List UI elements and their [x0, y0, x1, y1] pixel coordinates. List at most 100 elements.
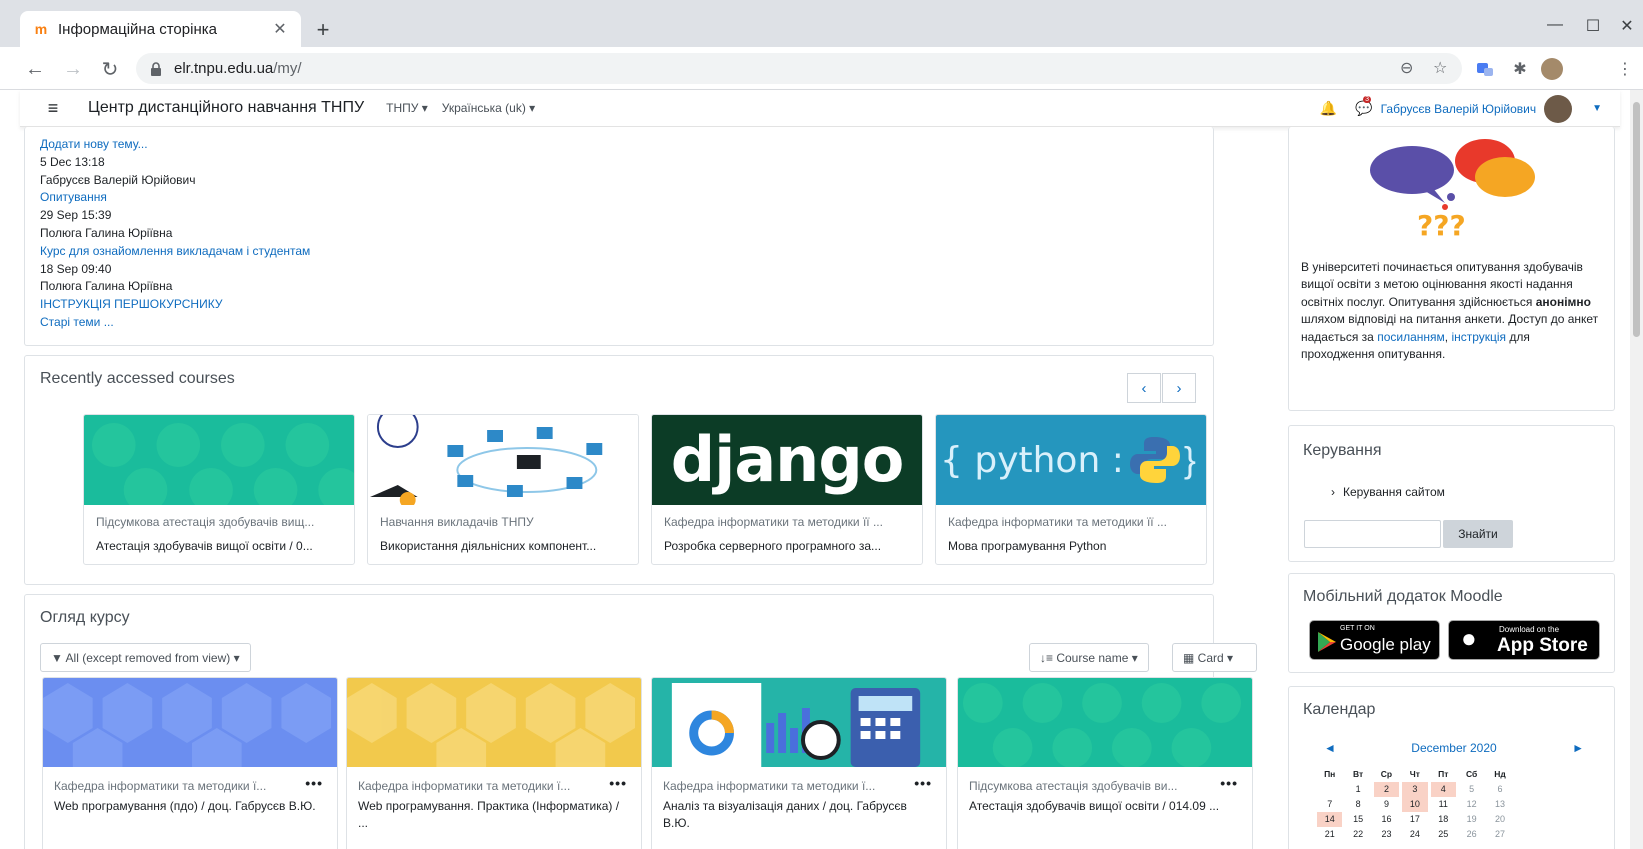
course-name[interactable]: Мова програмування Python — [948, 539, 1198, 553]
hamburger-menu-icon[interactable]: ≡ — [38, 93, 68, 123]
menu-tnpu[interactable]: ТНПУ ▾ — [386, 101, 428, 115]
close-tab-icon[interactable]: ✕ — [271, 20, 289, 38]
new-tab-icon[interactable]: + — [311, 17, 335, 42]
course-name[interactable]: Використання діяльнісних компонент... — [380, 539, 630, 553]
forum-link[interactable]: ІНСТРУКЦІЯ ПЕРШОКУРСНИКУ — [40, 296, 1198, 314]
calendar-day[interactable]: 10 — [1402, 797, 1428, 812]
course-actions-more-icon[interactable]: ••• — [1220, 775, 1238, 791]
notifications-bell-icon[interactable]: 🔔 — [1320, 100, 1337, 117]
next-page-button[interactable]: › — [1162, 373, 1196, 403]
calendar-day[interactable]: 27 — [1487, 827, 1512, 842]
calendar-day[interactable]: 8 — [1345, 797, 1370, 812]
prev-month-icon[interactable]: ◄ — [1324, 741, 1336, 755]
course-card[interactable]: Кафедра інформатики та методики ї... •••… — [651, 677, 947, 849]
close-window-icon[interactable]: ✕ — [1612, 16, 1642, 36]
calendar-day[interactable]: 21 — [1317, 827, 1342, 842]
reload-icon[interactable]: ↻ — [97, 56, 123, 82]
bookmark-star-icon[interactable]: ☆ — [1433, 58, 1447, 78]
scrollbar-thumb[interactable] — [1633, 102, 1640, 337]
weekday-label: Чт — [1409, 769, 1420, 779]
prev-page-button[interactable]: ‹ — [1127, 373, 1161, 403]
course-card[interactable]: Кафедра інформатики та методики ї... •••… — [346, 677, 642, 849]
course-name[interactable]: Атестація здобувачів вищої освіти / 014.… — [969, 798, 1239, 815]
google-play-icon — [1318, 632, 1336, 652]
course-name[interactable]: Аналіз та візуалізація даних / доц. Габр… — [663, 798, 933, 832]
weekday-label: Сб — [1466, 769, 1478, 779]
calendar-day[interactable]: 3 — [1402, 782, 1428, 797]
calendar-day[interactable]: 14 — [1317, 812, 1343, 827]
course-card[interactable]: Підсумкова атестація здобувачів ви... ••… — [957, 677, 1253, 849]
search-button[interactable]: Знайти — [1443, 520, 1513, 548]
admin-search-input[interactable] — [1304, 520, 1441, 548]
calendar-day[interactable]: 15 — [1345, 812, 1370, 827]
calendar-day[interactable]: 4 — [1430, 782, 1456, 797]
calendar-day[interactable]: 18 — [1431, 812, 1456, 827]
page-scrollbar[interactable] — [1630, 90, 1643, 849]
user-avatar[interactable] — [1544, 94, 1573, 123]
browser-menu-icon[interactable]: ⋮ — [1613, 57, 1637, 81]
calendar-day[interactable]: 9 — [1374, 797, 1399, 812]
user-menu-chevron-down-icon[interactable]: ▼ — [1592, 103, 1602, 114]
calendar-day[interactable]: 17 — [1402, 812, 1427, 827]
calendar-day[interactable]: 11 — [1431, 797, 1456, 812]
next-month-icon[interactable]: ► — [1572, 741, 1584, 755]
calendar-day[interactable]: 23 — [1374, 827, 1399, 842]
forum-link[interactable]: Опитування — [40, 189, 1198, 207]
recent-course-card[interactable]: { python : } Кафедра інформатики та мето… — [935, 414, 1207, 565]
calendar-day[interactable]: 24 — [1402, 827, 1427, 842]
app-store-badge[interactable]: ● Download on the App Store — [1448, 620, 1600, 660]
course-name[interactable]: Атестація здобувачів вищої освіти / 0... — [96, 539, 346, 553]
course-actions-more-icon[interactable]: ••• — [914, 775, 932, 791]
forum-link[interactable]: Додати нову тему... — [40, 136, 1198, 154]
site-name[interactable]: Центр дистанційного навчання ТНПУ — [88, 99, 364, 117]
survey-link[interactable]: посиланням — [1377, 330, 1445, 344]
calendar-day[interactable]: 2 — [1373, 782, 1400, 797]
calendar-day[interactable]: 16 — [1374, 812, 1399, 827]
extension-icon[interactable] — [1473, 57, 1497, 81]
calendar-day[interactable]: 19 — [1459, 812, 1484, 827]
sort-dropdown[interactable]: ↓≡ Course name ▾ — [1029, 643, 1149, 672]
calendar-day[interactable]: 26 — [1459, 827, 1484, 842]
minimize-icon[interactable]: — — [1540, 16, 1570, 34]
calendar-day[interactable]: 22 — [1345, 827, 1370, 842]
calendar-day[interactable]: 6 — [1487, 782, 1512, 797]
course-name[interactable]: Web програмування (пдо) / доц. Габрусєв … — [54, 798, 324, 815]
forum-link[interactable]: Курс для ознайомлення викладачам і студе… — [40, 243, 1198, 261]
forum-meta-text: 5 Dec 13:18 — [40, 154, 105, 169]
calendar-block: Календар ◄ December 2020 ► Пн Вт Ср Чт Пт Сб Н… — [1288, 686, 1615, 849]
course-name[interactable]: Web програмування. Практика (Інформатика… — [358, 798, 628, 832]
forward-icon[interactable]: → — [60, 56, 86, 82]
filter-dropdown[interactable]: ▼ All (except removed from view) ▾ — [40, 643, 251, 672]
course-actions-more-icon[interactable]: ••• — [609, 775, 627, 791]
calendar-day[interactable]: 5 — [1459, 782, 1484, 797]
back-icon[interactable]: ← — [22, 56, 48, 82]
calendar-month[interactable]: December 2020 — [1411, 741, 1496, 755]
google-play-badge[interactable]: GET IT ON Google play — [1309, 620, 1440, 660]
calendar-day[interactable]: 20 — [1487, 812, 1512, 827]
language-menu[interactable]: Українська (uk) ▾ — [442, 101, 535, 115]
messages-icon[interactable]: 💬 3 — [1355, 96, 1373, 117]
app-store-small-text: Download on the — [1499, 625, 1560, 634]
browser-tab[interactable]: m Інформаційна сторінка ✕ — [20, 11, 301, 47]
recent-course-card[interactable]: django Кафедра інформатики та методики ї… — [651, 414, 923, 565]
zoom-icon[interactable]: ⊖ — [1400, 58, 1413, 78]
recent-course-card[interactable]: Навчання викладачів ТНПУ Використання ді… — [367, 414, 639, 565]
recent-course-card[interactable]: Підсумкова атестація здобувачів вищ... А… — [83, 414, 355, 565]
maximize-icon[interactable]: ☐ — [1578, 16, 1608, 36]
calendar-day[interactable]: 12 — [1459, 797, 1484, 812]
site-administration-item[interactable]: › Керування сайтом — [1331, 485, 1445, 499]
forum-link[interactable]: Старі теми ... — [40, 314, 1198, 332]
profile-avatar-icon[interactable] — [1540, 57, 1564, 81]
view-dropdown[interactable]: ▦ Card ▾ — [1172, 643, 1257, 672]
calendar-day[interactable]: 25 — [1431, 827, 1456, 842]
calendar-day[interactable]: 1 — [1345, 782, 1370, 797]
calendar-day[interactable]: 13 — [1487, 797, 1512, 812]
course-name[interactable]: Розробка серверного програмного за... — [664, 539, 914, 553]
course-card[interactable]: Кафедра інформатики та методики ї... •••… — [42, 677, 338, 849]
course-actions-more-icon[interactable]: ••• — [305, 775, 323, 791]
address-bar[interactable]: elr.tnpu.edu.ua/my/ ⊖ ☆ — [136, 53, 1462, 84]
user-name[interactable]: Габрусєв Валерій Юрійович — [1381, 102, 1537, 116]
instruction-link[interactable]: інструкція — [1451, 330, 1506, 344]
calendar-day[interactable]: 7 — [1317, 797, 1342, 812]
puzzle-extensions-icon[interactable]: ✱ — [1508, 57, 1532, 81]
